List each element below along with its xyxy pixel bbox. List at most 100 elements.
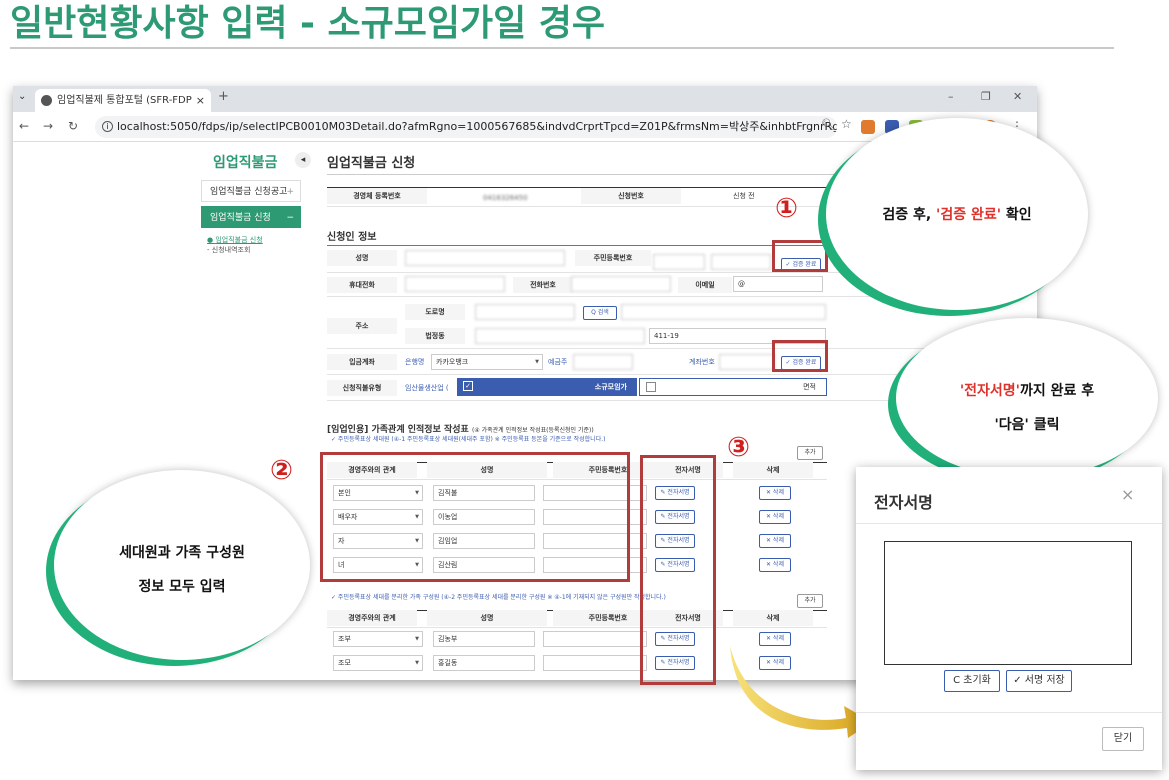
- slide-title: 일반현황사항 입력 - 소규모임가일 경우: [10, 3, 605, 44]
- zipcode-field[interactable]: [475, 304, 575, 320]
- slide: 일반현황사항 입력 - 소규모임가일 경우 ⌄ 임업직불제 통합포털 (SFR-…: [0, 0, 1169, 780]
- delete-button[interactable]: ✕ 삭제: [759, 486, 791, 500]
- close-icon[interactable]: ×: [1121, 485, 1134, 504]
- arrow-to-dialog-icon: [730, 646, 872, 738]
- favicon-icon: [41, 95, 52, 106]
- tab-bar: ⌄ 임업직불제 통합포털 (SFR-FDP × + – ❐ ✕: [13, 86, 1037, 112]
- name-field[interactable]: [405, 250, 565, 266]
- lot-label: 법정동: [405, 328, 465, 344]
- account-label: 입금계좌: [327, 354, 397, 370]
- phone-label: 전화번호: [513, 277, 573, 293]
- household-subtitle: ✓ 주민등록표상 세대원 (④-1 주민등록표상 세대원(세대주 포함) ※ 주…: [331, 436, 606, 443]
- member-rrn-field[interactable]: [543, 655, 647, 671]
- delete-button[interactable]: ✕ 삭제: [759, 558, 791, 572]
- search-button[interactable]: Q 검색: [583, 306, 617, 320]
- tab-title: 임업직불제 통합포털 (SFR-FDP: [57, 95, 192, 106]
- bank-select[interactable]: 카카오뱅크: [431, 354, 543, 370]
- reg-no-header: 경영체 등록번호: [327, 188, 427, 204]
- road-label: 도로명: [405, 304, 465, 320]
- rrn-back-field[interactable]: [711, 254, 771, 270]
- step-marker-1: ①: [775, 193, 798, 224]
- address-label: 주소: [327, 318, 397, 334]
- browser-tab[interactable]: 임업직불제 통합포털 (SFR-FDP ×: [35, 89, 211, 112]
- col-name: 성명: [427, 610, 547, 626]
- callout-sign: '전자서명'까지 완료 후 '다음' 클릭: [896, 318, 1158, 478]
- member-name-field[interactable]: 홍길동: [433, 655, 535, 671]
- account-no-field[interactable]: [719, 354, 775, 370]
- tab-list-chevron-icon[interactable]: ⌄: [18, 91, 26, 102]
- page-title: 임업직불금 신청: [327, 156, 416, 171]
- member-rrn-field[interactable]: [543, 631, 647, 647]
- back-icon[interactable]: ←: [19, 119, 29, 133]
- mobile-label: 휴대전화: [327, 277, 397, 293]
- small-forest-option[interactable]: ✓ 소규모임가: [457, 378, 637, 396]
- delete-button[interactable]: ✕ 삭제: [759, 510, 791, 524]
- title-divider: [10, 47, 1114, 49]
- step-marker-2: ②: [270, 455, 293, 486]
- col-delete: 삭제: [733, 462, 813, 478]
- dialog-close-button[interactable]: 닫기: [1102, 727, 1144, 751]
- checkbox-checked-icon[interactable]: ✓: [463, 381, 473, 391]
- delete-button[interactable]: ✕ 삭제: [759, 534, 791, 548]
- lot-address-field[interactable]: [475, 328, 645, 344]
- window-close-icon[interactable]: ✕: [1013, 90, 1022, 103]
- restore-icon[interactable]: ❐: [981, 90, 991, 103]
- highlight-household-inputs: [320, 452, 630, 582]
- save-signature-button[interactable]: ✓ 서명 저장: [1006, 670, 1072, 692]
- sidebar-item-notice[interactable]: 임업직불금 신청공고 +: [201, 180, 301, 202]
- dialog-title: 전자서명: [874, 493, 933, 512]
- add-family-button[interactable]: 추가: [797, 594, 823, 608]
- callout-verify: 검증 후, '검증 완료' 확인: [826, 118, 1088, 310]
- reset-button[interactable]: C 초기화: [944, 670, 1000, 692]
- reg-no-value: 0416326450: [483, 194, 528, 202]
- type-label: 신청직불유형: [327, 380, 397, 396]
- highlight-sign-column: [640, 455, 716, 685]
- minimize-icon[interactable]: –: [948, 90, 954, 103]
- holder-label: 예금주: [548, 358, 568, 366]
- mobile-field[interactable]: [405, 276, 505, 292]
- type-forestry-option[interactable]: 임산물생산업 (: [405, 380, 449, 396]
- site-info-icon[interactable]: i: [102, 121, 113, 132]
- bank-label: 은행명: [405, 358, 425, 366]
- reload-icon[interactable]: ↻: [68, 119, 78, 133]
- signature-pad[interactable]: [884, 541, 1132, 665]
- bookmark-star-icon[interactable]: ☆: [841, 117, 852, 131]
- callout-input: 세대원과 가족 구성원 정보 모두 입력: [54, 470, 310, 660]
- url-text: localhost:5050/fdps/ip/selectIPCB0010M03…: [117, 120, 837, 133]
- checkbox-icon[interactable]: [646, 382, 656, 392]
- zoom-icon[interactable]: 🔍︎: [821, 118, 835, 131]
- rrn-label: 주민등록번호: [575, 250, 651, 266]
- apply-no-header: 신청번호: [581, 188, 681, 204]
- sidebar-collapse-icon[interactable]: ◂: [295, 152, 311, 168]
- road-address-field[interactable]: [621, 304, 826, 320]
- add-household-button[interactable]: 추가: [797, 446, 823, 460]
- separated-family-subtitle: ✓ 주민등록표상 세대를 분리한 가족 구성원 (④-2 주민등록표상 세대를 …: [331, 594, 666, 601]
- phone-field[interactable]: [571, 276, 671, 292]
- sidebar-subitem-apply[interactable]: ● 임업직불금 신청: [207, 235, 263, 245]
- name-label: 성명: [327, 250, 397, 266]
- email-label: 이메일: [678, 277, 732, 293]
- area-option[interactable]: 면적: [639, 378, 827, 396]
- forward-icon[interactable]: →: [43, 119, 53, 133]
- url-field[interactable]: i localhost:5050/fdps/ip/selectIPCB0010M…: [95, 116, 837, 138]
- col-relation: 경영주와의 관계: [327, 610, 417, 626]
- signature-dialog: 전자서명 × C 초기화 ✓ 서명 저장 닫기: [856, 467, 1162, 770]
- sidebar-item-apply[interactable]: 임업직불금 신청 −: [201, 206, 301, 228]
- step-marker-3: ③: [727, 432, 750, 463]
- email-field[interactable]: @: [733, 276, 823, 292]
- new-tab-button[interactable]: +: [218, 89, 229, 104]
- col-delete: 삭제: [733, 610, 813, 626]
- relation-select[interactable]: 조부: [333, 631, 423, 647]
- highlight-verify-rrn: [772, 240, 828, 272]
- extension-icon[interactable]: [861, 120, 875, 134]
- tab-close-icon[interactable]: ×: [196, 89, 205, 112]
- account-no-label: 계좌번호: [689, 358, 715, 366]
- sidebar-title: 임업직불금: [213, 155, 278, 171]
- relation-select[interactable]: 조모: [333, 655, 423, 671]
- member-name-field[interactable]: 김농부: [433, 631, 535, 647]
- holder-field[interactable]: [573, 354, 633, 370]
- applicant-section-title: 신청인 정보: [327, 232, 377, 243]
- sidebar-subitem-history[interactable]: - 신청내역조회: [207, 245, 250, 255]
- rrn-front-field[interactable]: [653, 254, 705, 270]
- highlight-verify-account: [772, 340, 828, 372]
